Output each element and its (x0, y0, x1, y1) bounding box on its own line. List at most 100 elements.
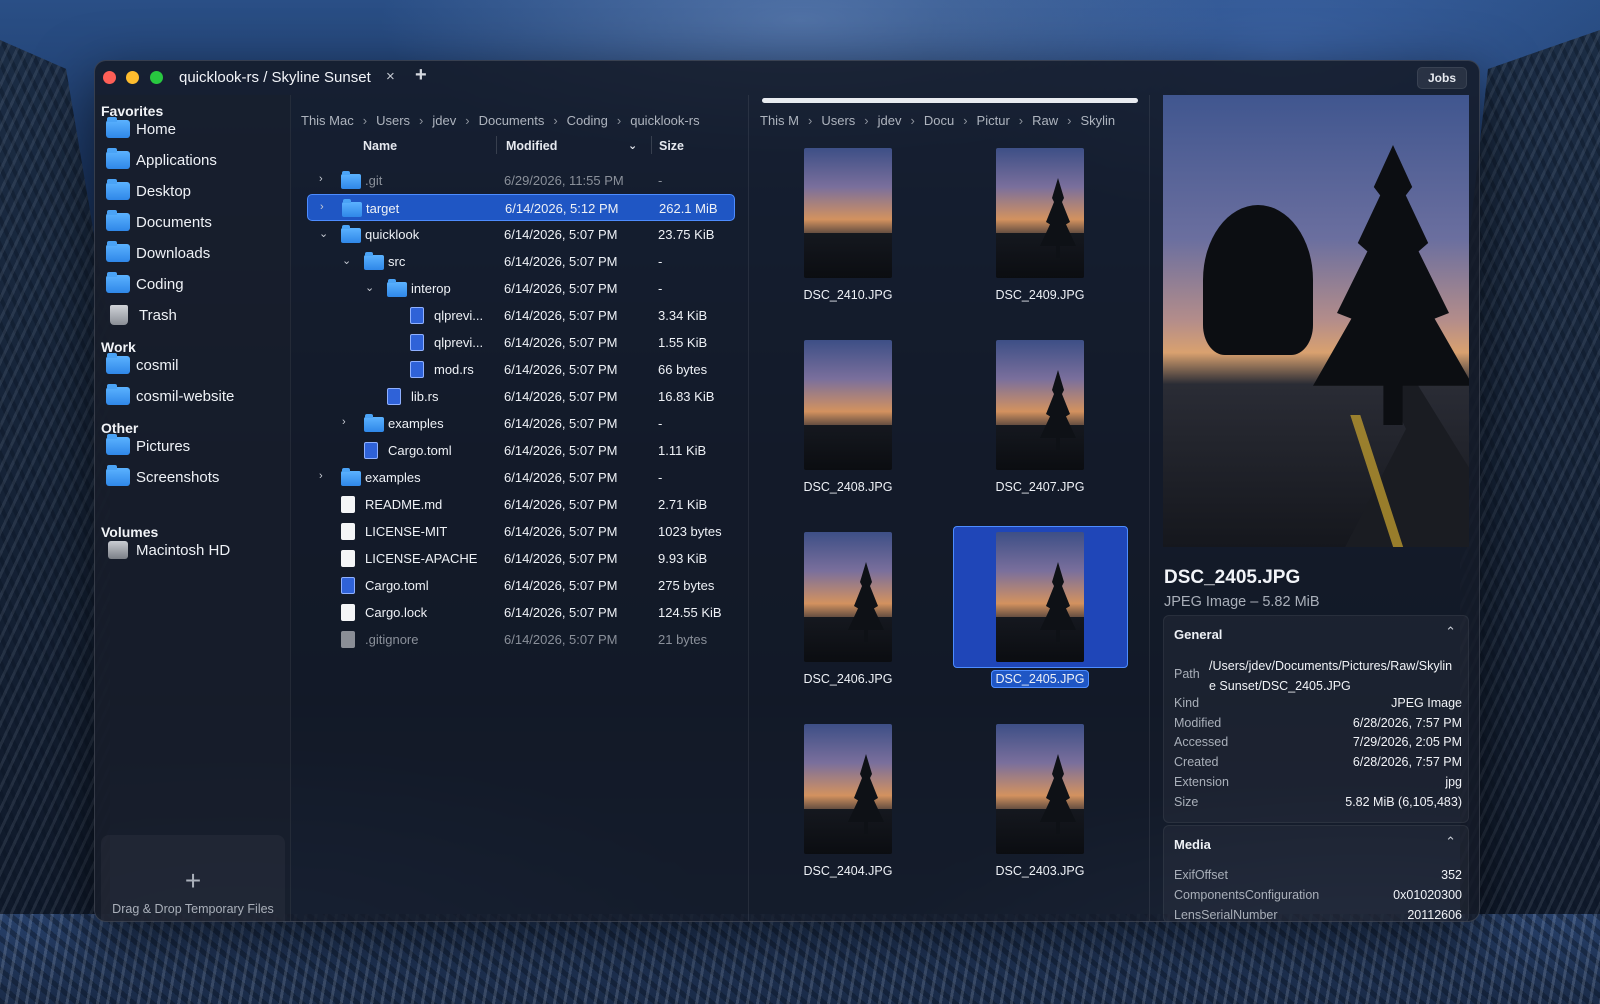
column-header-name[interactable]: Name (363, 139, 397, 153)
column-header-modified[interactable]: Modified (506, 139, 557, 153)
chevron-right-icon[interactable]: › (319, 470, 323, 482)
general-section-title[interactable]: General (1174, 627, 1222, 642)
horizontal-scrollbar[interactable] (762, 98, 1138, 103)
image-thumbnail[interactable] (996, 340, 1084, 470)
file-row[interactable]: › examples 6/14/2026, 5:07 PM - (307, 464, 735, 491)
folder-icon (364, 414, 384, 432)
image-thumbnail[interactable] (996, 724, 1084, 854)
file-row[interactable]: ⌄ src 6/14/2026, 5:07 PM - (307, 248, 735, 275)
thumbnail-name: DSC_2403.JPG (995, 864, 1085, 878)
sidebar-item-cosmil-website[interactable]: cosmil-website (106, 382, 286, 410)
new-tab-button[interactable]: + (415, 64, 427, 87)
image-thumbnail[interactable] (804, 340, 892, 470)
sidebar-item-screenshots[interactable]: Screenshots (106, 463, 286, 491)
breadcrumb-item[interactable]: Skylin (1080, 113, 1115, 128)
breadcrumb-item[interactable]: Coding (567, 113, 608, 128)
close-window-button[interactable] (103, 71, 116, 84)
tab-close-icon[interactable]: × (386, 68, 395, 85)
thumbnail-label[interactable]: DSC_2404.JPG (763, 864, 933, 878)
file-row[interactable]: README.md 6/14/2026, 5:07 PM 2.71 KiB (307, 491, 735, 518)
chevron-right-icon[interactable]: › (342, 416, 346, 428)
breadcrumb-item[interactable]: jdev (432, 113, 456, 128)
image-thumbnail[interactable] (804, 148, 892, 278)
breadcrumb: This Mac › Users › jdev › Documents › Coding › qui… (301, 113, 741, 128)
file-row[interactable]: mod.rs 6/14/2026, 5:07 PM 66 bytes (307, 356, 735, 383)
document-icon (341, 631, 355, 648)
thumbnail-label[interactable]: DSC_2403.JPG (955, 864, 1125, 878)
breadcrumb-item[interactable]: jdev (878, 113, 902, 128)
file-modified: 6/14/2026, 5:07 PM (504, 389, 618, 404)
file-row[interactable]: LICENSE-APACHE 6/14/2026, 5:07 PM 9.93 KiB (307, 545, 735, 572)
minimize-window-button[interactable] (126, 71, 139, 84)
mountain-background-bottom (0, 914, 1600, 1004)
image-thumbnail[interactable] (996, 148, 1084, 278)
breadcrumb-item[interactable]: Users (376, 113, 410, 128)
thumbnail-label[interactable]: DSC_2409.JPG (955, 288, 1125, 302)
file-row[interactable]: ⌄ quicklook 6/14/2026, 5:07 PM 23.75 KiB (307, 221, 735, 248)
chevron-down-icon[interactable]: ⌄ (319, 227, 328, 240)
file-size: - (658, 254, 663, 269)
drop-zone-label: Drag & Drop Temporary Files (112, 902, 274, 916)
collapse-caret-icon[interactable]: ⌃ (1445, 624, 1456, 640)
thumbnail-label[interactable]: DSC_2410.JPG (763, 288, 933, 302)
file-row[interactable]: lib.rs 6/14/2026, 5:07 PM 16.83 KiB (307, 383, 735, 410)
file-row[interactable]: Cargo.lock 6/14/2026, 5:07 PM 124.55 KiB (307, 599, 735, 626)
file-row[interactable]: Cargo.toml 6/14/2026, 5:07 PM 275 bytes (307, 572, 735, 599)
breadcrumb-item[interactable]: Users (821, 113, 855, 128)
tab-title[interactable]: quicklook-rs / Skyline Sunset (179, 69, 371, 86)
column-divider[interactable] (651, 136, 652, 154)
chevron-right-icon[interactable]: › (319, 173, 323, 185)
file-row[interactable]: qlprevi... 6/14/2026, 5:07 PM 3.34 KiB (307, 302, 735, 329)
file-row[interactable]: › examples 6/14/2026, 5:07 PM - (307, 410, 735, 437)
breadcrumb-item[interactable]: Raw (1032, 113, 1058, 128)
file-row[interactable]: LICENSE-MIT 6/14/2026, 5:07 PM 1023 bytes (307, 518, 735, 545)
sidebar-item-home[interactable]: Home (106, 115, 286, 143)
file-row[interactable]: › target 6/14/2026, 5:12 PM 262.1 MiB (307, 194, 735, 221)
image-thumbnail[interactable] (804, 532, 892, 662)
breadcrumb-item[interactable]: Documents (479, 113, 545, 128)
file-row[interactable]: .gitignore 6/14/2026, 5:07 PM 21 bytes (307, 626, 735, 653)
info-value: 0x01020300 (1393, 888, 1462, 902)
sidebar-item-desktop[interactable]: Desktop (106, 177, 286, 205)
column-divider[interactable] (496, 136, 497, 154)
column-header-size[interactable]: Size (659, 139, 684, 153)
chevron-down-icon[interactable]: ⌄ (365, 281, 374, 294)
sidebar-item-coding[interactable]: Coding (106, 270, 286, 298)
zoom-window-button[interactable] (150, 71, 163, 84)
image-thumbnail[interactable] (804, 724, 892, 854)
sidebar-item-documents[interactable]: Documents (106, 208, 286, 236)
thumbnail-label[interactable]: DSC_2408.JPG (763, 480, 933, 494)
thumbnail-label[interactable]: DSC_2406.JPG (763, 672, 933, 686)
thumbnail-label[interactable]: DSC_2405.JPG (955, 670, 1125, 688)
file-row[interactable]: Cargo.toml 6/14/2026, 5:07 PM 1.11 KiB (307, 437, 735, 464)
collapse-caret-icon[interactable]: ⌃ (1445, 834, 1456, 850)
folder-icon (106, 465, 130, 486)
breadcrumb-item[interactable]: This M (760, 113, 799, 128)
media-section-title[interactable]: Media (1174, 837, 1211, 852)
chevron-right-icon: › (616, 113, 622, 128)
thumbnail-label[interactable]: DSC_2407.JPG (955, 480, 1125, 494)
breadcrumb-item[interactable]: Docu (924, 113, 954, 128)
file-row[interactable]: qlprevi... 6/14/2026, 5:07 PM 1.55 KiB (307, 329, 735, 356)
file-row[interactable]: ⌄ interop 6/14/2026, 5:07 PM - (307, 275, 735, 302)
drop-zone[interactable]: + Drag & Drop Temporary Files (101, 835, 285, 921)
folder-icon (106, 384, 130, 405)
chevron-down-icon[interactable]: ⌄ (342, 254, 351, 267)
breadcrumb-item[interactable]: quicklook-rs (630, 113, 699, 128)
breadcrumb-item[interactable]: This Mac (301, 113, 354, 128)
file-modified: 6/14/2026, 5:07 PM (504, 497, 618, 512)
sidebar-item-trash[interactable]: Trash (106, 301, 286, 329)
image-thumbnail[interactable] (996, 532, 1084, 662)
sidebar-item-pictures[interactable]: Pictures (106, 432, 286, 460)
jobs-button[interactable]: Jobs (1416, 67, 1467, 89)
file-modified: 6/14/2026, 5:07 PM (504, 524, 618, 539)
file-row[interactable]: › .git 6/29/2026, 11:55 PM - (307, 167, 735, 194)
sidebar-item-cosmil[interactable]: cosmil (106, 351, 286, 379)
chevron-right-icon[interactable]: › (320, 201, 324, 213)
sort-descending-icon[interactable]: ⌄ (628, 139, 637, 152)
sidebar-item-applications[interactable]: Applications (106, 146, 286, 174)
sidebar-item-macintosh-hd[interactable]: Macintosh HD (106, 536, 286, 564)
sidebar-item-downloads[interactable]: Downloads (106, 239, 286, 267)
breadcrumb-item[interactable]: Pictur (977, 113, 1010, 128)
file-name: Cargo.lock (365, 605, 428, 620)
